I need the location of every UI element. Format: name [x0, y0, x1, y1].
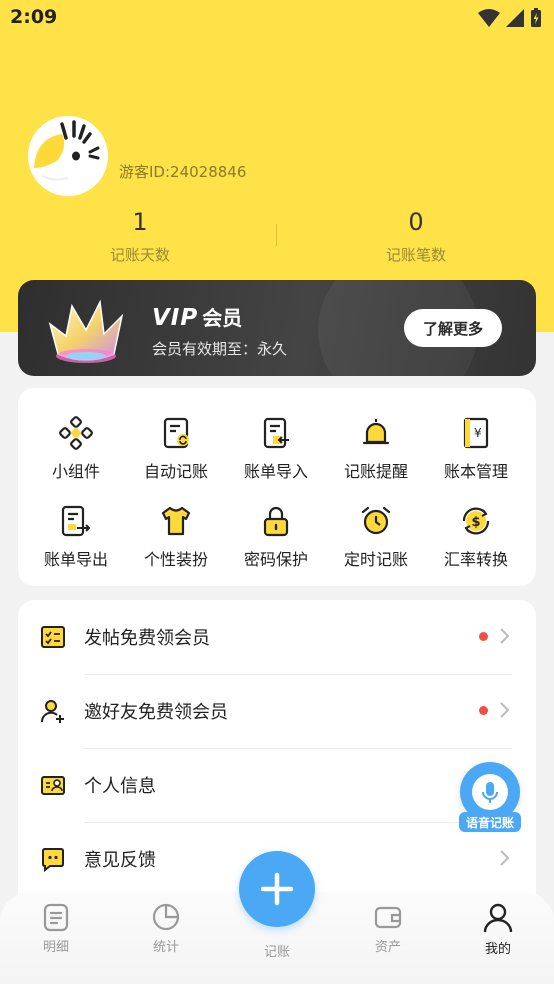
tool-password[interactable]: 密码保护 — [226, 504, 326, 584]
menu-item-label: 意见反馈 — [84, 850, 156, 871]
tool-widget[interactable]: 小组件 — [26, 416, 126, 496]
wallet-icon — [374, 906, 402, 929]
tab-label: 明细 — [42, 940, 69, 955]
tool-label: 个性装扮 — [143, 550, 208, 569]
tshirt-icon — [161, 506, 191, 536]
tool-currency[interactable]: $ 汇率转换 — [426, 504, 526, 584]
vip-expiry: 会员有效期至：永久 — [152, 340, 288, 358]
stat-entries-label: 记账笔数 — [385, 246, 446, 264]
vip-card[interactable]: VIP 会员 会员有效期至：永久 了解更多 — [18, 280, 536, 376]
tool-label: 自动记账 — [143, 462, 208, 481]
tool-bill-import[interactable]: 账单导入 — [226, 416, 326, 496]
tab-label-record[interactable]: 记账 — [237, 941, 317, 960]
details-icon — [43, 903, 69, 932]
bill-export-icon — [61, 505, 91, 537]
tab-label: 我的 — [484, 942, 511, 957]
tab-statistics[interactable]: 统计 — [126, 902, 206, 955]
learn-more-button[interactable]: 了解更多 — [404, 309, 502, 347]
add-record-button[interactable] — [239, 851, 315, 927]
notification-dot — [479, 706, 488, 715]
bell-icon — [362, 419, 390, 445]
stat-days-label: 记账天数 — [109, 246, 170, 264]
menu-item-label: 个人信息 — [84, 776, 156, 797]
tool-label: 账单导入 — [243, 462, 308, 481]
vip-word: VIP — [152, 305, 199, 331]
avatar-mascot-icon — [28, 116, 108, 196]
guest-id: 游客ID:24028846 — [119, 163, 247, 181]
pie-chart-icon — [152, 903, 180, 931]
tool-label: 定时记账 — [343, 550, 408, 569]
auto-bookkeeping-icon — [163, 417, 189, 449]
tool-label: 密码保护 — [243, 550, 308, 569]
chevron-right-icon — [500, 850, 510, 866]
ledger-icon: ¥ — [463, 417, 489, 449]
notification-dot — [479, 632, 488, 641]
stat-days-value: 1 — [132, 208, 148, 236]
svg-text:¥: ¥ — [474, 426, 482, 440]
status-icons — [478, 8, 542, 28]
tab-label: 统计 — [152, 940, 179, 955]
menu-item-personal-info[interactable]: 个人信息 — [18, 748, 536, 822]
add-user-icon — [40, 700, 64, 723]
vip-title-text: 会员 — [202, 306, 243, 330]
currency-exchange-icon: $ — [462, 507, 490, 535]
menu-item-post-for-vip[interactable]: 发帖免费领会员 — [18, 600, 536, 674]
status-time: 2:09 — [10, 6, 58, 28]
chevron-right-icon — [500, 702, 510, 718]
voice-button-inner — [472, 774, 508, 810]
tab-mine[interactable]: 我的 — [458, 902, 538, 957]
svg-text:$: $ — [472, 515, 481, 530]
battery-icon — [531, 8, 541, 27]
tool-bill-export[interactable]: 账单导出 — [26, 504, 126, 584]
tool-auto-bookkeeping[interactable]: 自动记账 — [126, 416, 226, 496]
tool-label: 账单导出 — [43, 550, 108, 569]
voice-bookkeeping-label[interactable]: 语音记账 — [459, 812, 521, 832]
stat-divider — [276, 224, 277, 246]
alarm-clock-icon — [361, 506, 391, 535]
checklist-icon — [41, 626, 65, 648]
user-icon — [483, 903, 513, 933]
menu-item-label: 邀好友免费领会员 — [84, 702, 228, 723]
tool-label: 汇率转换 — [443, 550, 508, 569]
stat-days: 1 记账天数 — [50, 208, 230, 265]
chevron-right-icon — [500, 628, 510, 644]
tool-label: 小组件 — [51, 462, 100, 481]
microphone-icon — [482, 782, 498, 803]
tool-dress-up[interactable]: 个性装扮 — [126, 504, 226, 584]
tool-label: 记账提醒 — [343, 462, 408, 481]
plus-icon — [260, 872, 294, 906]
feedback-icon — [42, 848, 64, 872]
wifi-icon — [478, 9, 500, 27]
vip-title: VIP 会员 — [152, 302, 242, 331]
lock-icon — [263, 506, 289, 537]
tool-scheduled[interactable]: 定时记账 — [326, 504, 426, 584]
tool-label: 账本管理 — [443, 462, 508, 481]
menu-item-label: 发帖免费领会员 — [84, 628, 210, 649]
menu-item-invite-friends[interactable]: 邀好友免费领会员 — [18, 674, 536, 748]
status-bar: 2:09 — [0, 0, 554, 38]
crown-icon — [48, 299, 124, 363]
tab-assets[interactable]: 资产 — [348, 902, 428, 955]
tab-details[interactable]: 明细 — [16, 902, 96, 955]
bill-import-icon — [263, 417, 289, 449]
tools-grid: 小组件 自动记账 账单导入 记账提醒 ¥ 账本管理 账单导出 个性装扮 密码保护… — [18, 388, 536, 586]
signal-icon — [506, 9, 524, 27]
widget-icon — [59, 416, 93, 450]
stat-entries: 0 记账笔数 — [326, 208, 506, 265]
avatar[interactable] — [28, 116, 108, 196]
stat-entries-value: 0 — [408, 208, 424, 236]
tool-ledger[interactable]: ¥ 账本管理 — [426, 416, 526, 496]
tool-reminder[interactable]: 记账提醒 — [326, 416, 426, 496]
id-card-icon — [41, 776, 65, 795]
tab-label: 资产 — [374, 940, 401, 955]
